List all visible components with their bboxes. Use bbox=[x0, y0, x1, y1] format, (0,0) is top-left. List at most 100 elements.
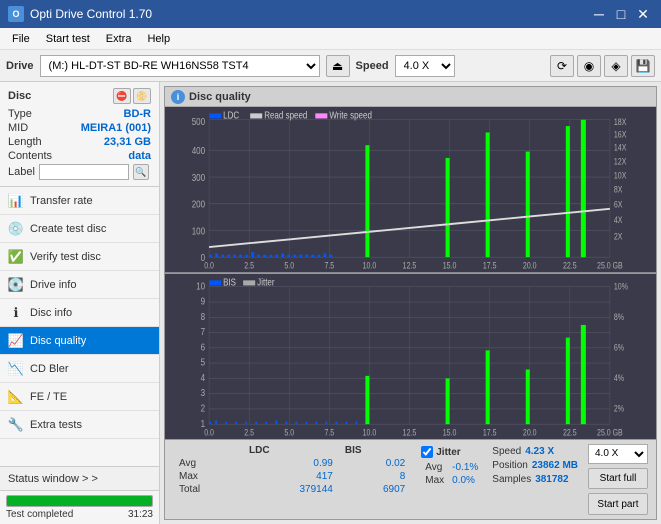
disc-contents-label: Contents bbox=[8, 150, 52, 162]
position-row: Position 23862 MB bbox=[492, 460, 578, 471]
svg-text:200: 200 bbox=[192, 199, 205, 210]
nav-create-test-disc[interactable]: 💿 Create test disc bbox=[0, 215, 159, 243]
disc-label-button[interactable]: 🔍 bbox=[133, 164, 149, 180]
disc-label-input[interactable] bbox=[39, 164, 129, 180]
stats-total-bis: 6907 bbox=[339, 483, 411, 496]
disc-icon-1[interactable]: ⛔ bbox=[113, 88, 131, 104]
svg-text:7: 7 bbox=[201, 326, 205, 337]
svg-text:2.5: 2.5 bbox=[244, 427, 254, 437]
disc-mid-value: MEIRA1 (001) bbox=[81, 122, 151, 134]
svg-text:20.0: 20.0 bbox=[523, 427, 537, 437]
drive-icon-btn-1[interactable]: ⟳ bbox=[550, 55, 574, 77]
jitter-max-value: 0.0% bbox=[448, 474, 482, 487]
disc-icon-row: ⛔ 📀 bbox=[113, 88, 151, 104]
svg-text:25.0 GB: 25.0 GB bbox=[597, 261, 623, 271]
svg-text:4X: 4X bbox=[614, 215, 623, 225]
nav-disc-quality-label: Disc quality bbox=[30, 335, 86, 347]
stats-total-label: Total bbox=[173, 483, 243, 496]
menu-start-test[interactable]: Start test bbox=[38, 31, 98, 47]
svg-text:12.5: 12.5 bbox=[403, 261, 417, 271]
disc-label-label: Label bbox=[8, 166, 35, 178]
drive-icon-btn-3[interactable]: ◈ bbox=[604, 55, 628, 77]
svg-text:5.0: 5.0 bbox=[284, 261, 294, 271]
speed-label: Speed bbox=[356, 60, 389, 72]
close-button[interactable]: ✕ bbox=[633, 4, 653, 24]
fe-te-icon: 📐 bbox=[8, 389, 24, 405]
svg-text:12.5: 12.5 bbox=[403, 427, 417, 437]
svg-text:10X: 10X bbox=[614, 171, 627, 181]
speed-select-drive[interactable]: 4.0 X 8.0 X 16.0 X bbox=[395, 55, 455, 77]
lower-chart-svg: 10 9 8 7 6 5 4 3 2 1 10% 8% 6% bbox=[165, 274, 656, 440]
drive-label: Drive bbox=[6, 60, 34, 72]
disc-length-row: Length 23,31 GB bbox=[8, 136, 151, 148]
svg-text:400: 400 bbox=[192, 145, 205, 156]
svg-text:6: 6 bbox=[201, 341, 205, 352]
speed-info-value: 4.23 X bbox=[525, 446, 554, 457]
svg-text:8X: 8X bbox=[614, 185, 623, 195]
svg-text:10%: 10% bbox=[614, 281, 628, 291]
nav-disc-quality[interactable]: 📈 Disc quality bbox=[0, 327, 159, 355]
samples-label: Samples bbox=[492, 474, 531, 485]
stats-row-avg: Avg 0.99 0.02 bbox=[173, 457, 411, 470]
status-window-label: Status window > > bbox=[8, 473, 98, 485]
app-title: Opti Drive Control 1.70 bbox=[30, 7, 152, 21]
menu-help[interactable]: Help bbox=[139, 31, 178, 47]
maximize-button[interactable]: □ bbox=[611, 4, 631, 24]
charts-area: 0 100 200 300 400 500 18X 16X 14X 12X 10… bbox=[165, 107, 656, 439]
menu-file[interactable]: File bbox=[4, 31, 38, 47]
extra-tests-icon: 🔧 bbox=[8, 417, 24, 433]
eject-button[interactable]: ⏏ bbox=[326, 55, 350, 77]
nav-drive-info[interactable]: 💽 Drive info bbox=[0, 271, 159, 299]
drive-icon-btn-4[interactable]: 💾 bbox=[631, 55, 655, 77]
nav-verify-test-disc[interactable]: ✅ Verify test disc bbox=[0, 243, 159, 271]
progress-bar-inner bbox=[7, 496, 152, 506]
status-time: 31:23 bbox=[128, 509, 153, 520]
nav-transfer-rate-label: Transfer rate bbox=[30, 195, 93, 207]
svg-text:10.0: 10.0 bbox=[363, 427, 377, 437]
nav-disc-info-label: Disc info bbox=[30, 307, 72, 319]
drive-select[interactable]: (M:) HL-DT-ST BD-RE WH16NS58 TST4 bbox=[40, 55, 320, 77]
verify-test-disc-icon: ✅ bbox=[8, 249, 24, 265]
cd-bler-icon: 📉 bbox=[8, 361, 24, 377]
nav-verify-test-disc-label: Verify test disc bbox=[30, 251, 101, 263]
svg-text:2.5: 2.5 bbox=[244, 261, 254, 271]
stats-header-ldc: LDC bbox=[243, 444, 339, 457]
svg-text:6X: 6X bbox=[614, 200, 623, 210]
title-bar: O Opti Drive Control 1.70 ─ □ ✕ bbox=[0, 0, 661, 28]
start-full-button[interactable]: Start full bbox=[588, 468, 648, 490]
svg-text:16X: 16X bbox=[614, 130, 627, 140]
jitter-checkbox[interactable] bbox=[421, 446, 433, 458]
disc-mid-row: MID MEIRA1 (001) bbox=[8, 122, 151, 134]
disc-section-title: Disc bbox=[8, 90, 31, 102]
status-text-row: Test completed 31:23 bbox=[6, 509, 153, 520]
status-window-button[interactable]: Status window > > bbox=[0, 467, 159, 491]
test-speed-select[interactable]: 4.0 X 8.0 X bbox=[588, 444, 648, 464]
menu-extra[interactable]: Extra bbox=[98, 31, 140, 47]
nav-extra-tests-label: Extra tests bbox=[30, 419, 82, 431]
samples-value: 381782 bbox=[535, 474, 568, 485]
svg-text:15.0: 15.0 bbox=[443, 261, 457, 271]
transfer-rate-icon: 📊 bbox=[8, 193, 24, 209]
nav-cd-bler[interactable]: 📉 CD Bler bbox=[0, 355, 159, 383]
chart-lower: 10 9 8 7 6 5 4 3 2 1 10% 8% 6% bbox=[165, 274, 656, 440]
progress-bar-outer bbox=[6, 495, 153, 507]
start-part-button[interactable]: Start part bbox=[588, 493, 648, 515]
stats-header-bis: BIS bbox=[339, 444, 411, 457]
disc-icon-2[interactable]: 📀 bbox=[133, 88, 151, 104]
disc-panel-header: Disc ⛔ 📀 bbox=[8, 88, 151, 104]
menu-bar: File Start test Extra Help bbox=[0, 28, 661, 50]
svg-text:5: 5 bbox=[201, 356, 205, 367]
stats-header-empty bbox=[173, 444, 243, 457]
nav-fe-te[interactable]: 📐 FE / TE bbox=[0, 383, 159, 411]
nav-disc-info[interactable]: ℹ Disc info bbox=[0, 299, 159, 327]
disc-quality-panel: i Disc quality bbox=[164, 86, 657, 520]
nav-create-test-disc-label: Create test disc bbox=[30, 223, 106, 235]
nav-extra-tests[interactable]: 🔧 Extra tests bbox=[0, 411, 159, 439]
minimize-button[interactable]: ─ bbox=[589, 4, 609, 24]
drive-icon-btn-2[interactable]: ◉ bbox=[577, 55, 601, 77]
svg-text:2%: 2% bbox=[614, 403, 624, 413]
samples-row: Samples 381782 bbox=[492, 474, 578, 485]
nav-transfer-rate[interactable]: 📊 Transfer rate bbox=[0, 187, 159, 215]
jitter-max-row: Max 0.0% bbox=[421, 474, 482, 487]
create-test-disc-icon: 💿 bbox=[8, 221, 24, 237]
